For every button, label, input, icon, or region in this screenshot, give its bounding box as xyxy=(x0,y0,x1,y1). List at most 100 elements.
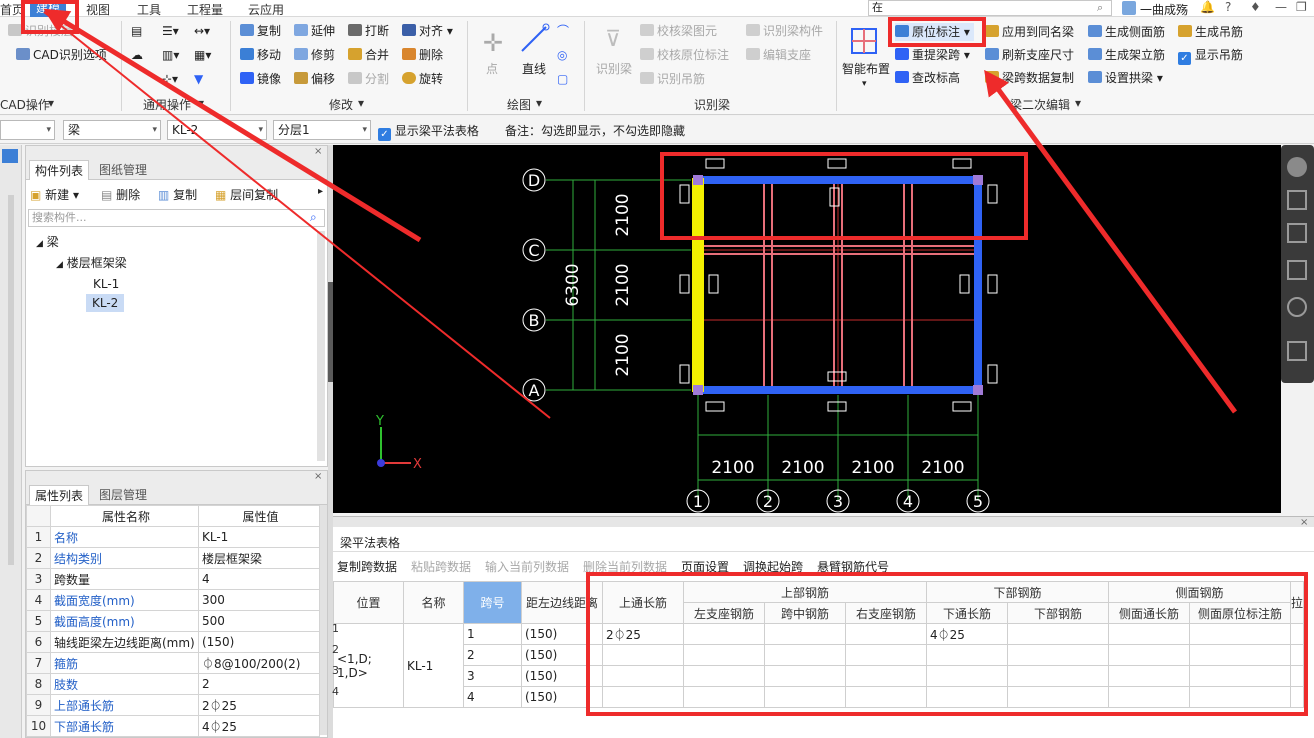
top-through-cell[interactable]: 2⏀25 xyxy=(602,623,684,645)
copy-layer-icon[interactable]: ☰▾ xyxy=(162,22,179,40)
property-row[interactable]: 1 名称 KL-1 xyxy=(26,526,320,548)
table-row[interactable]: 4 (150) xyxy=(334,686,1305,708)
span-cell[interactable]: 4 xyxy=(463,686,522,708)
recognize-hanger-button[interactable]: 识别吊筋 xyxy=(640,70,705,88)
cloud-icon[interactable]: ☁ xyxy=(131,46,143,64)
point-button[interactable]: 点 xyxy=(486,60,498,78)
property-row[interactable]: 4 截面宽度(mm) 300 xyxy=(26,589,320,611)
bottom-through-cell[interactable] xyxy=(926,665,1008,687)
side-through-cell[interactable] xyxy=(1108,644,1190,666)
side-through-cell[interactable] xyxy=(1108,623,1190,645)
top-through-cell[interactable] xyxy=(602,644,684,666)
left-seat-cell[interactable] xyxy=(683,686,765,708)
left-seat-cell[interactable] xyxy=(683,644,765,666)
mid-cell[interactable] xyxy=(764,665,846,687)
copy-span-data-button[interactable]: 梁跨数据复制 xyxy=(985,69,1074,87)
property-value[interactable]: 300 xyxy=(198,589,320,611)
close-icon[interactable]: × xyxy=(314,146,322,157)
chevron-right-icon[interactable]: ▸ xyxy=(318,186,323,197)
menu-tools[interactable]: 工具 xyxy=(137,1,161,18)
paste-span-button[interactable]: 粘贴跨数据 xyxy=(411,558,471,575)
view-3d-icon[interactable] xyxy=(1287,190,1307,210)
property-value[interactable]: ⏀8@100/200(2) xyxy=(198,652,320,674)
tree-group[interactable]: ◢ 楼层框架梁 xyxy=(56,254,127,271)
align-button[interactable]: 对齐 ▾ xyxy=(402,22,453,40)
delete-button[interactable]: ▤ 删除 xyxy=(101,186,140,203)
copy-button[interactable]: ▥ 复制 xyxy=(158,186,197,203)
recognize-beam-button[interactable]: 识别梁 xyxy=(596,60,632,78)
position-cell[interactable]: <1,D; 1,D> xyxy=(333,623,404,708)
chevron-down-icon[interactable]: ▾ xyxy=(198,96,204,110)
line-icon[interactable] xyxy=(518,23,550,55)
filter-icon[interactable]: ▼ xyxy=(194,70,203,88)
tab-drawing-manage[interactable]: 图纸管理 xyxy=(94,160,152,180)
property-value[interactable]: 500 xyxy=(198,610,320,632)
tab-property-list[interactable]: 属性列表 xyxy=(29,485,90,505)
extra-cell[interactable] xyxy=(1289,686,1305,708)
property-row[interactable]: 2 结构类别 楼层框架梁 xyxy=(26,547,320,569)
bottom-through-cell[interactable]: 4⏀25 xyxy=(926,623,1008,645)
box-icon[interactable] xyxy=(1287,260,1307,280)
delete-button[interactable]: 删除 xyxy=(402,46,443,64)
tree-root[interactable]: ◢ 梁 xyxy=(36,233,59,250)
right-seat-cell[interactable] xyxy=(845,623,927,645)
mid-cell[interactable] xyxy=(764,644,846,666)
property-row[interactable]: 8 肢数 2 xyxy=(26,673,320,695)
left-seat-cell[interactable] xyxy=(683,623,765,645)
bottom-cell[interactable] xyxy=(1007,686,1109,708)
swap-start-span-button[interactable]: 调换起始跨 xyxy=(743,558,803,575)
show-beam-table-toggle[interactable]: ✓ 显示梁平法表格 xyxy=(378,122,479,141)
chevron-down-icon[interactable]: ▾ xyxy=(48,96,54,110)
mid-cell[interactable] xyxy=(764,623,846,645)
move-button[interactable]: 移动 xyxy=(240,46,281,64)
set-arch-beam-button[interactable]: 设置拱梁 ▾ xyxy=(1088,69,1163,87)
point-icon[interactable]: ✛ xyxy=(479,29,507,57)
refresh-support-button[interactable]: 刷新支座尺寸 xyxy=(985,46,1074,64)
extra-cell[interactable] xyxy=(1289,623,1305,645)
side-orig-cell[interactable] xyxy=(1189,623,1291,645)
help-icon[interactable]: ? xyxy=(1225,0,1231,14)
top-through-cell[interactable] xyxy=(602,686,684,708)
re-span-button[interactable]: 重提梁跨 ▾ xyxy=(895,46,970,64)
tree-item-kl1[interactable]: KL-1 xyxy=(89,275,123,293)
floor-copy-button[interactable]: ▦ 层间复制 xyxy=(215,186,278,203)
property-value[interactable]: 4 xyxy=(198,568,320,590)
rotate-button[interactable]: 旋转 xyxy=(402,70,443,88)
scrollbar[interactable] xyxy=(320,505,327,735)
close-icon[interactable]: × xyxy=(1300,517,1308,528)
layer-select[interactable]: 分层1 ▾ xyxy=(273,120,371,140)
mid-cell[interactable] xyxy=(764,686,846,708)
table-icon[interactable]: ▥▾ xyxy=(162,46,179,64)
tab-layer-manage[interactable]: 图层管理 xyxy=(94,485,152,505)
minimize-icon[interactable]: — xyxy=(1275,0,1287,14)
tree-item-kl2[interactable]: KL-2 xyxy=(86,294,125,312)
break-button[interactable]: 打断 xyxy=(348,22,389,40)
dist-cell[interactable]: (150) xyxy=(521,665,603,687)
property-value[interactable]: KL-1 xyxy=(198,526,320,548)
chevron-down-icon[interactable]: ▾ xyxy=(1075,96,1081,110)
chevron-down-icon[interactable]: ▾ xyxy=(358,96,364,110)
property-row[interactable]: 6 轴线距梁左边线距离(mm) (150) xyxy=(26,631,320,653)
search-icon[interactable]: ⌕ xyxy=(1097,1,1103,15)
scrollbar[interactable] xyxy=(8,195,14,565)
menu-home[interactable]: 首页 xyxy=(0,1,24,18)
property-row[interactable]: 10 下部通长筋 4⏀25 xyxy=(26,715,320,737)
list-icon[interactable]: ▦▾ xyxy=(194,46,211,64)
user-name[interactable]: 一曲成殇 xyxy=(1140,1,1188,18)
copy-button[interactable]: 复制 xyxy=(240,22,281,40)
bottom-cell[interactable] xyxy=(1007,644,1109,666)
layer-icon[interactable]: ▤ xyxy=(131,22,151,40)
table-row[interactable]: <1,D; 1,D> KL-1 1 (150) 2⏀25 4⏀25 xyxy=(333,623,1305,708)
menu-cloud[interactable]: 云应用 xyxy=(248,1,284,18)
navigation-icon[interactable] xyxy=(2,149,18,163)
type-select[interactable]: 梁 ▾ xyxy=(63,120,161,140)
extra-cell[interactable] xyxy=(1289,644,1305,666)
bottom-through-cell[interactable] xyxy=(926,686,1008,708)
property-value[interactable]: 楼层框架梁 xyxy=(198,547,320,569)
cad-options-button[interactable]: CAD识别选项 xyxy=(16,46,107,64)
bottom-cell[interactable] xyxy=(1007,665,1109,687)
gen-hanger-button[interactable]: 生成吊筋 xyxy=(1178,23,1243,41)
arc-icon[interactable]: ⌒ xyxy=(557,22,569,40)
dist-cell[interactable]: (150) xyxy=(521,686,603,708)
component-select[interactable]: KL-2 ▾ xyxy=(167,120,267,140)
